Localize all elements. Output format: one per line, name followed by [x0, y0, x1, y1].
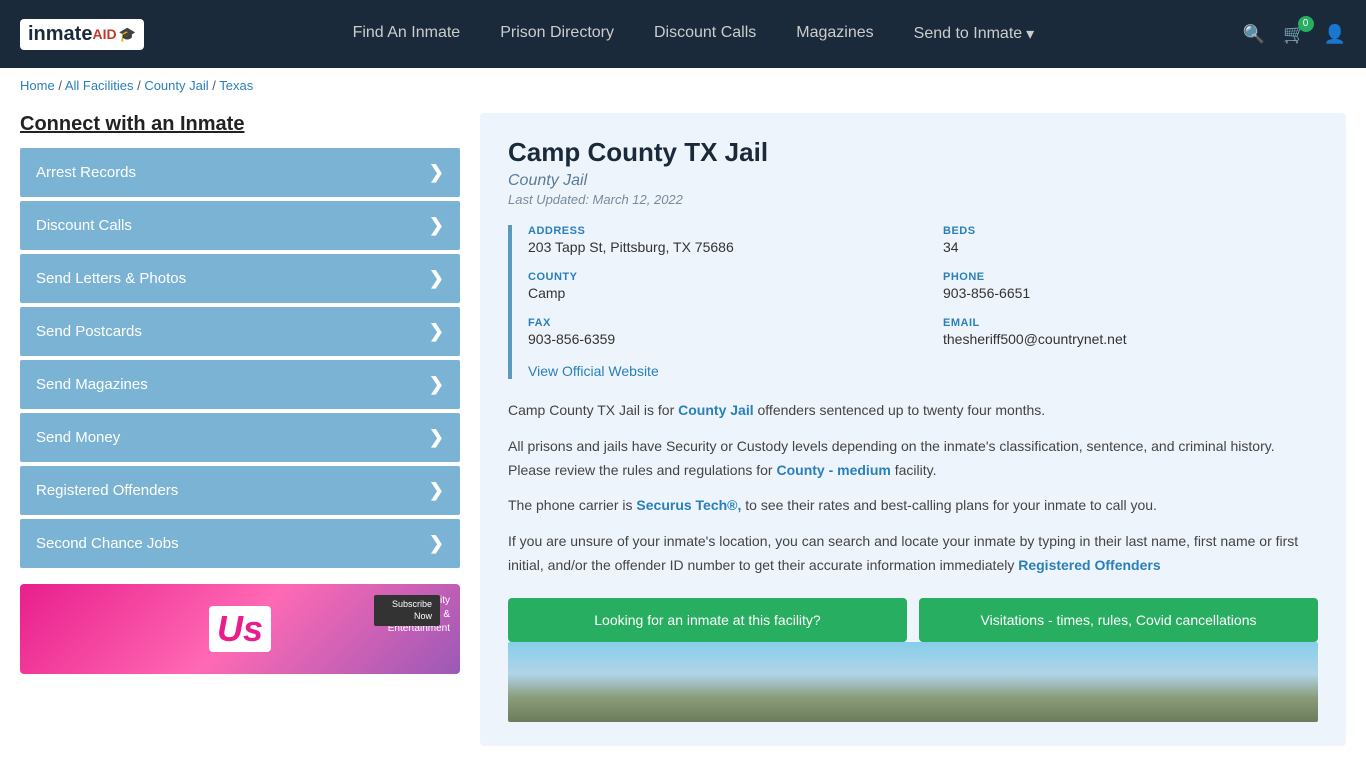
logo-aid: AID: [92, 26, 116, 42]
sidebar-menu: Arrest Records ❯ Discount Calls ❯ Send L…: [20, 148, 460, 568]
user-icon[interactable]: 👤: [1324, 24, 1346, 45]
sidebar-item-second-chance-jobs[interactable]: Second Chance Jobs ❯: [20, 519, 460, 568]
securus-tech-link[interactable]: Securus Tech®,: [636, 497, 741, 513]
breadcrumb-home[interactable]: Home: [20, 78, 55, 93]
breadcrumb-county-jail[interactable]: County Jail: [144, 78, 208, 93]
arrow-icon: ❯: [429, 268, 444, 289]
sidebar-item-arrest-records[interactable]: Arrest Records ❯: [20, 148, 460, 197]
header-icons: 🔍 🛒 0 👤: [1243, 24, 1346, 45]
facility-updated: Last Updated: March 12, 2022: [508, 192, 1318, 207]
logo[interactable]: inmate AID 🎓: [20, 19, 144, 50]
facility-content: Camp County TX Jail County Jail Last Upd…: [480, 113, 1346, 746]
fax-field: FAX 903-856-6359: [528, 317, 903, 347]
registered-offenders-link[interactable]: Registered Offenders: [1018, 557, 1160, 573]
nav-magazines[interactable]: Magazines: [796, 24, 873, 44]
breadcrumb-texas[interactable]: Texas: [219, 78, 253, 93]
ad-text: Latest Celebrity News, Pictures & Entert…: [374, 594, 450, 636]
ad-subscribe-button[interactable]: Subscribe Now: [374, 595, 440, 626]
nav-discount-calls[interactable]: Discount Calls: [654, 24, 756, 44]
arrow-icon: ❯: [429, 321, 444, 342]
facility-title: Camp County TX Jail: [508, 137, 1318, 168]
email-field: EMAIL thesheriff500@countrynet.net: [943, 317, 1318, 347]
sidebar: Connect with an Inmate Arrest Records ❯ …: [20, 113, 460, 746]
address-field: ADDRESS 203 Tapp St, Pittsburg, TX 75686: [528, 225, 903, 255]
beds-field: BEDS 34: [943, 225, 1318, 255]
sidebar-item-send-magazines[interactable]: Send Magazines ❯: [20, 360, 460, 409]
logo-text: inmate: [28, 23, 92, 46]
nav-prison-directory[interactable]: Prison Directory: [500, 24, 614, 44]
breadcrumb: Home / All Facilities / County Jail / Te…: [0, 68, 1366, 103]
facility-info-grid: ADDRESS 203 Tapp St, Pittsburg, TX 75686…: [508, 225, 1318, 379]
logo-hat: 🎓: [119, 26, 136, 43]
sidebar-item-registered-offenders[interactable]: Registered Offenders ❯: [20, 466, 460, 515]
facility-photo: [508, 642, 1318, 722]
nav-send-to-inmate[interactable]: Send to Inmate ▾: [914, 24, 1035, 44]
arrow-icon: ❯: [429, 162, 444, 183]
action-buttons: Looking for an inmate at this facility? …: [508, 598, 1318, 642]
arrow-icon: ❯: [429, 427, 444, 448]
facility-type: County Jail: [508, 172, 1318, 190]
visitations-button[interactable]: Visitations - times, rules, Covid cancel…: [919, 598, 1318, 642]
arrow-icon: ❯: [429, 374, 444, 395]
arrow-icon: ❯: [429, 215, 444, 236]
find-inmate-button[interactable]: Looking for an inmate at this facility?: [508, 598, 907, 642]
official-website-field: View Official Website: [528, 363, 903, 379]
ad-brand: Us: [209, 606, 271, 652]
site-header: inmate AID 🎓 Find An Inmate Prison Direc…: [0, 0, 1366, 68]
county-medium-link[interactable]: County - medium: [776, 462, 890, 478]
facility-description: Camp County TX Jail is for County Jail o…: [508, 399, 1318, 578]
county-jail-link[interactable]: County Jail: [678, 402, 753, 418]
search-icon[interactable]: 🔍: [1243, 24, 1265, 45]
breadcrumb-all-facilities[interactable]: All Facilities: [65, 78, 134, 93]
nav-find-inmate[interactable]: Find An Inmate: [353, 24, 461, 44]
main-nav: Find An Inmate Prison Directory Discount…: [194, 24, 1193, 44]
arrow-icon: ❯: [429, 480, 444, 501]
county-field: COUNTY Camp: [528, 271, 903, 301]
cart-icon[interactable]: 🛒 0: [1283, 24, 1305, 45]
cart-badge: 0: [1298, 16, 1314, 32]
sidebar-ad[interactable]: Us Latest Celebrity News, Pictures & Ent…: [20, 584, 460, 674]
arrow-icon: ❯: [429, 533, 444, 554]
sidebar-item-send-postcards[interactable]: Send Postcards ❯: [20, 307, 460, 356]
sidebar-title: Connect with an Inmate: [20, 113, 460, 136]
phone-field: PHONE 903-856-6651: [943, 271, 1318, 301]
main-layout: Connect with an Inmate Arrest Records ❯ …: [0, 103, 1366, 756]
chevron-down-icon: ▾: [1026, 24, 1034, 44]
sidebar-item-discount-calls[interactable]: Discount Calls ❯: [20, 201, 460, 250]
official-website-link[interactable]: View Official Website: [528, 363, 659, 379]
sidebar-item-send-money[interactable]: Send Money ❯: [20, 413, 460, 462]
sidebar-item-send-letters[interactable]: Send Letters & Photos ❯: [20, 254, 460, 303]
